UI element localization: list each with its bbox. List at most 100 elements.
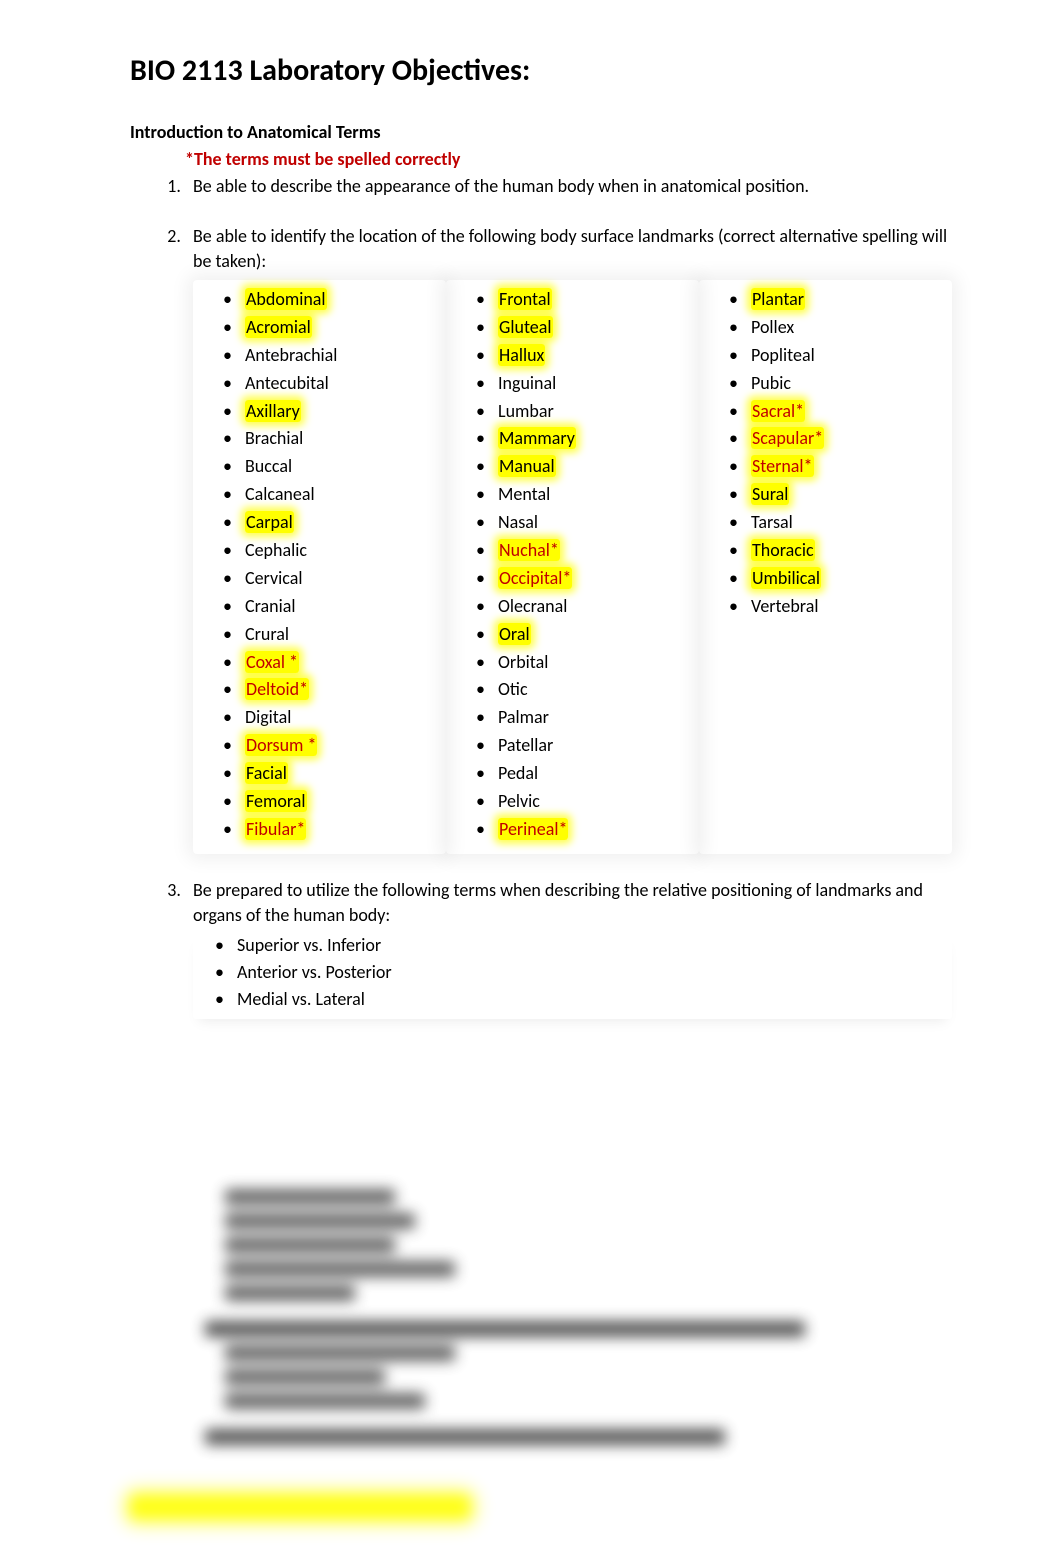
landmark-term: Femoral <box>245 790 307 812</box>
landmark-item: Pollex <box>729 314 944 342</box>
landmark-item: Otic <box>476 676 691 704</box>
landmark-term: Plantar <box>751 288 805 310</box>
spelling-note: *The terms must be spelled correctly <box>185 147 952 172</box>
landmark-term: Pubic <box>751 372 791 394</box>
landmark-term: Cervical <box>245 567 302 589</box>
objective-2: Be able to identify the location of the … <box>185 224 952 854</box>
page-title: BIO 2113 Laboratory Objectives: <box>130 50 952 92</box>
landmark-item: Sacral* <box>729 398 944 426</box>
landmark-item: Antebrachial <box>223 342 438 370</box>
landmark-term: Cephalic <box>245 539 307 561</box>
landmark-item: Acromial <box>223 314 438 342</box>
landmark-term: Orbital <box>498 651 548 673</box>
landmark-term: Axillary <box>245 400 301 422</box>
landmark-term: Brachial <box>245 427 303 449</box>
landmark-item: Inguinal <box>476 370 691 398</box>
landmark-item: Deltoid* <box>223 676 438 704</box>
landmark-term: Acromial <box>245 316 312 338</box>
landmark-item: Dorsum * <box>223 732 438 760</box>
landmark-term: Occipital* <box>498 567 572 589</box>
landmark-item: Sural <box>729 481 944 509</box>
landmark-item: Orbital <box>476 649 691 677</box>
landmark-term: Cranial <box>245 595 295 617</box>
landmark-term: Mammary <box>498 427 576 449</box>
landmark-item: Patellar <box>476 732 691 760</box>
landmark-term: Abdominal <box>245 288 327 310</box>
landmark-item: Popliteal <box>729 342 944 370</box>
landmark-item: Calcaneal <box>223 481 438 509</box>
landmark-term: Pollex <box>751 316 794 338</box>
landmark-item: Olecranal <box>476 593 691 621</box>
landmark-item: Perineal* <box>476 816 691 844</box>
landmark-term: Gluteal <box>498 316 553 338</box>
landmarks-col-2: FrontalGlutealHalluxInguinalLumbarMammar… <box>446 280 699 854</box>
landmark-term: Calcaneal <box>245 483 315 505</box>
landmark-term: Palmar <box>498 706 549 728</box>
section-heading: Introduction to Anatomical Terms <box>130 120 952 145</box>
landmark-item: Plantar <box>729 286 944 314</box>
landmark-item: Pubic <box>729 370 944 398</box>
landmark-item: Frontal <box>476 286 691 314</box>
objective-3: Be prepared to utilize the following ter… <box>185 878 952 1019</box>
landmark-item: Fibular* <box>223 816 438 844</box>
landmark-term: Umbilical <box>751 567 821 589</box>
positioning-terms-list: Superior vs. InferiorAnterior vs. Poster… <box>193 932 952 1013</box>
landmark-item: Vertebral <box>729 593 944 621</box>
landmark-term: Oral <box>498 623 531 645</box>
landmark-term: Carpal <box>245 511 294 533</box>
landmark-term: Sacral* <box>751 400 805 422</box>
landmark-item: Digital <box>223 704 438 732</box>
objective-3-text: Be prepared to utilize the following ter… <box>193 879 923 926</box>
landmark-item: Carpal <box>223 509 438 537</box>
positioning-term: Anterior vs. Posterior <box>215 959 952 986</box>
landmark-term: Vertebral <box>751 595 818 617</box>
positioning-term: Medial vs. Lateral <box>215 986 952 1013</box>
landmark-item: Facial <box>223 760 438 788</box>
landmark-term: Manual <box>498 455 556 477</box>
landmark-term: Deltoid* <box>245 678 309 700</box>
landmark-item: Manual <box>476 453 691 481</box>
landmark-term: Nuchal* <box>498 539 560 561</box>
landmark-term: Otic <box>498 678 528 700</box>
landmark-item: Scapular* <box>729 425 944 453</box>
landmark-term: Coxal * <box>245 651 299 673</box>
landmark-term: Lumbar <box>498 400 554 422</box>
landmark-item: Umbilical <box>729 565 944 593</box>
landmark-item: Lumbar <box>476 398 691 426</box>
blurred-preview <box>130 1189 952 1519</box>
landmark-term: Facial <box>245 762 288 784</box>
landmark-item: Thoracic <box>729 537 944 565</box>
landmark-term: Olecranal <box>498 595 567 617</box>
landmark-term: Perineal* <box>498 818 568 840</box>
landmark-item: Nasal <box>476 509 691 537</box>
objectives-list: Be able to describe the appearance of th… <box>130 174 952 1019</box>
yellow-highlight-strip <box>130 1495 470 1519</box>
landmark-item: Sternal* <box>729 453 944 481</box>
landmark-term: Tarsal <box>751 511 793 533</box>
landmark-term: Thoracic <box>751 539 815 561</box>
positioning-term: Superior vs. Inferior <box>215 932 952 959</box>
landmark-item: Gluteal <box>476 314 691 342</box>
objective-1: Be able to describe the appearance of th… <box>185 174 952 199</box>
landmark-term: Digital <box>245 706 291 728</box>
landmark-term: Scapular* <box>751 427 824 449</box>
landmark-term: Popliteal <box>751 344 815 366</box>
landmark-term: Buccal <box>245 455 292 477</box>
landmark-item: Tarsal <box>729 509 944 537</box>
landmark-term: Mental <box>498 483 550 505</box>
landmark-item: Abdominal <box>223 286 438 314</box>
landmark-item: Cervical <box>223 565 438 593</box>
landmark-term: Inguinal <box>498 372 556 394</box>
landmarks-col-3: Plantar Pollex Popliteal Pubic Sacral* Scapul… <box>699 280 952 854</box>
landmark-term: Antebrachial <box>245 344 337 366</box>
landmark-term: Frontal <box>498 288 552 310</box>
landmark-item: Mental <box>476 481 691 509</box>
landmark-term: Dorsum * <box>245 734 317 756</box>
landmark-item: Cranial <box>223 593 438 621</box>
landmark-term: Pedal <box>498 762 538 784</box>
landmark-item: Crural <box>223 621 438 649</box>
landmark-item: Coxal * <box>223 649 438 677</box>
landmarks-col-1: AbdominalAcromialAntebrachialAntecubital… <box>193 280 446 854</box>
landmark-item: Buccal <box>223 453 438 481</box>
landmark-term: Crural <box>245 623 289 645</box>
